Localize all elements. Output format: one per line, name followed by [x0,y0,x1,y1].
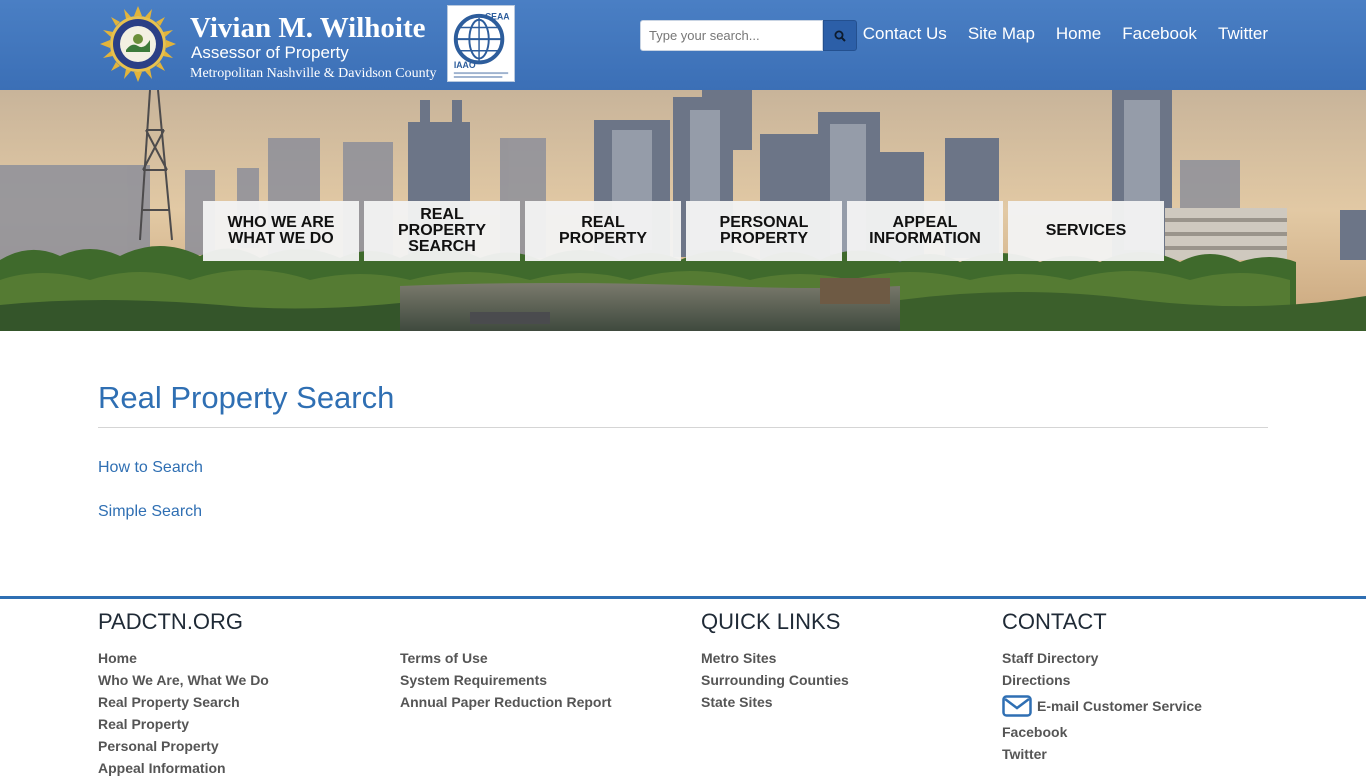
footer-link-surrounding-counties[interactable]: Surrounding Counties [701,669,849,691]
footer-heading-quick-links: QUICK LINKS [701,609,841,634]
search-icon [834,30,846,42]
footer-link-twitter[interactable]: Twitter [1002,743,1202,765]
main-nav-rps-line2: PROPERTY [397,222,486,239]
top-nav: Contact Us Site Map Home Facebook Twitte… [863,24,1268,44]
envelope-icon [1002,695,1032,717]
top-nav-twitter[interactable]: Twitter [1218,24,1268,44]
footer-divider [0,596,1366,599]
main-nav: WHO WE ARE WHAT WE DO REAL PROPERTY SEARCH … [203,201,1164,261]
main-nav-who-we-are-line2: WHAT WE DO [228,230,334,247]
footer-link-system-requirements[interactable]: System Requirements [400,669,612,691]
badge-top-text: CEAA [485,12,510,22]
footer-link-metro-sites[interactable]: Metro Sites [701,647,849,669]
main-nav-rps-line1: REAL [420,206,464,223]
main-nav-rp-line1: REAL [581,214,625,231]
footer-link-facebook[interactable]: Facebook [1002,721,1202,743]
main-nav-rp-line2: PROPERTY [558,230,647,247]
simple-search-link[interactable]: Simple Search [98,503,202,521]
search-input[interactable] [640,20,823,51]
footer-link-terms-of-use[interactable]: Terms of Use [400,647,612,669]
main-nav-pp-line2: PROPERTY [719,230,808,247]
footer-link-paper-reduction-report[interactable]: Annual Paper Reduction Report [400,691,612,713]
footer-col-site-links: Home Who We Are, What We Do Real Propert… [98,647,269,779]
site-owner-name[interactable]: Vivian M. Wilhoite [190,11,426,45]
title-divider [98,427,1268,428]
main-nav-appeal-line2: INFORMATION [869,230,981,247]
footer-link-appeal-information[interactable]: Appeal Information [98,757,269,779]
main-nav-real-property[interactable]: REAL PROPERTY [525,201,681,261]
footer-link-staff-directory[interactable]: Staff Directory [1002,647,1202,669]
footer-col-quick-links: Metro Sites Surrounding Counties State S… [701,647,849,713]
main-nav-personal-property[interactable]: PERSONAL PROPERTY [686,201,842,261]
main-nav-who-we-are[interactable]: WHO WE ARE WHAT WE DO [203,201,359,261]
footer-col-policies: Terms of Use System Requirements Annual … [400,647,612,713]
main-nav-real-property-search[interactable]: REAL PROPERTY SEARCH [364,201,520,261]
email-customer-service-row[interactable]: E-mail Customer Service [1002,691,1202,721]
footer-link-state-sites[interactable]: State Sites [701,691,849,713]
main-nav-services[interactable]: SERVICES [1008,201,1164,261]
top-nav-contact-us[interactable]: Contact Us [863,24,947,44]
main-nav-services-label: SERVICES [1045,222,1127,239]
main-nav-appeal-line1: APPEAL [892,214,958,231]
search-button[interactable] [823,20,857,51]
ceaa-badge-icon: CEAA IAAO [447,5,515,82]
footer-link-real-property-search[interactable]: Real Property Search [98,691,269,713]
skyline-banner: WHO WE ARE WHAT WE DO REAL PROPERTY SEARCH … [0,90,1366,331]
top-nav-facebook[interactable]: Facebook [1122,24,1197,44]
site-header: Vivian M. Wilhoite Assessor of Property … [0,0,1366,90]
footer-col-contact: Staff Directory Directions E-mail Custom… [1002,647,1202,765]
footer-link-real-property[interactable]: Real Property [98,713,269,735]
footer-link-directions[interactable]: Directions [1002,669,1202,691]
footer-heading-padctn: PADCTN.ORG [98,609,244,634]
footer-link-personal-property[interactable]: Personal Property [98,735,269,757]
top-nav-site-map[interactable]: Site Map [968,24,1035,44]
footer-link-email-customer-service[interactable]: E-mail Customer Service [1037,695,1202,717]
site-county: Metropolitan Nashville & Davidson County [190,66,437,81]
top-nav-home[interactable]: Home [1056,24,1101,44]
footer-link-who-we-are[interactable]: Who We Are, What We Do [98,669,269,691]
page-title: Real Property Search [98,380,395,415]
metro-seal-icon[interactable] [100,6,176,82]
main-nav-rps-line3: SEARCH [408,238,476,255]
how-to-search-link[interactable]: How to Search [98,459,203,477]
main-nav-appeal-information[interactable]: APPEAL INFORMATION [847,201,1003,261]
main-nav-pp-line1: PERSONAL [719,214,809,231]
main-nav-who-we-are-line1: WHO WE ARE [227,214,335,231]
footer-link-home[interactable]: Home [98,647,269,669]
badge-bottom-text: IAAO [454,60,476,70]
site-subtitle: Assessor of Property [191,43,349,62]
footer-heading-contact: CONTACT [1002,609,1107,634]
